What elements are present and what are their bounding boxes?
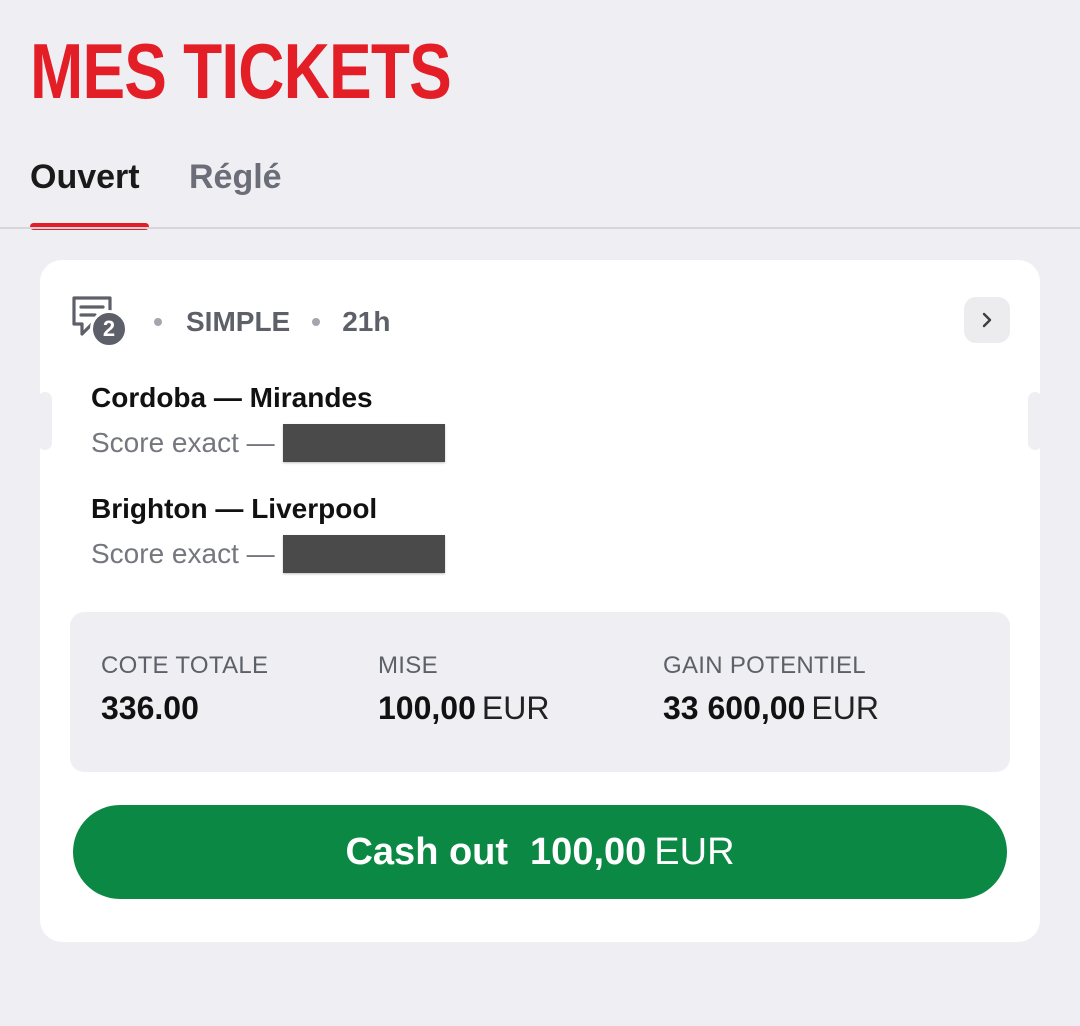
selection-count-badge: 2 [90, 310, 128, 348]
ticket-time: 21h [342, 306, 391, 337]
selection-item: Brighton — Liverpool Score exact — [91, 493, 445, 573]
total-odds-label: COTE TOTALE [101, 652, 269, 679]
selection-item: Cordoba — Mirandes Score exact — [91, 382, 445, 462]
total-odds-value: 336.00 [101, 690, 199, 726]
ticket-card[interactable]: 2 SIMPLE 21h Cordoba — Mirandes Score ex… [38, 260, 1042, 942]
page-title: MES TICKETS [30, 27, 452, 115]
ticket-notch-left [38, 392, 52, 450]
stake-currency: EUR [481, 690, 550, 726]
market-name: Score exact — [91, 538, 275, 569]
cash-out-button[interactable]: Cash out 100,00 EUR [73, 805, 1007, 899]
redacted-block [282, 424, 445, 462]
stake: MISE 100,00 EUR [378, 652, 549, 727]
potential-gain: GAIN POTENTIEL 33 600,00 EUR [663, 652, 879, 727]
match-name: Brighton — Liverpool [91, 493, 378, 524]
open-ticket-button[interactable] [964, 297, 1010, 343]
tab-open[interactable]: Ouvert [30, 158, 140, 197]
stake-value: 100,00 [378, 690, 476, 726]
separator-dot [154, 318, 162, 326]
redacted-block [282, 535, 445, 573]
tab-settled[interactable]: Réglé [189, 158, 282, 197]
match-name: Cordoba — Mirandes [91, 382, 373, 413]
ticket-meta: SIMPLE 21h [154, 304, 390, 340]
ticket-notch-right [1028, 392, 1042, 450]
cash-out-currency: EUR [654, 830, 735, 873]
bet-type: SIMPLE [186, 306, 291, 337]
my-tickets-page: MES TICKETS Ouvert Réglé 2 SIMPLE 21h Co… [0, 0, 1080, 1026]
potential-gain-value-row: 33 600,00 EUR [663, 690, 879, 727]
stake-value-row: 100,00 EUR [378, 690, 549, 727]
potential-gain-currency: EUR [811, 690, 879, 726]
total-odds: COTE TOTALE 336.00 [101, 652, 268, 727]
market-name: Score exact — [91, 427, 275, 458]
chevron-right-icon [982, 312, 992, 328]
stake-label: MISE [378, 652, 438, 679]
potential-gain-value: 33 600,00 [663, 690, 806, 726]
market-row: Score exact — [91, 535, 445, 573]
cash-out-label: Cash out [345, 830, 509, 873]
market-row: Score exact — [91, 424, 445, 462]
tabs-divider [0, 227, 1080, 229]
separator-dot [312, 318, 321, 326]
potential-gain-label: GAIN POTENTIEL [663, 652, 866, 679]
bet-summary: COTE TOTALE 336.00 MISE 100,00 EUR GAIN P… [70, 612, 1010, 772]
ticket-tabs: Ouvert Réglé [0, 150, 1080, 230]
cash-out-amount: 100,00 [530, 830, 647, 873]
